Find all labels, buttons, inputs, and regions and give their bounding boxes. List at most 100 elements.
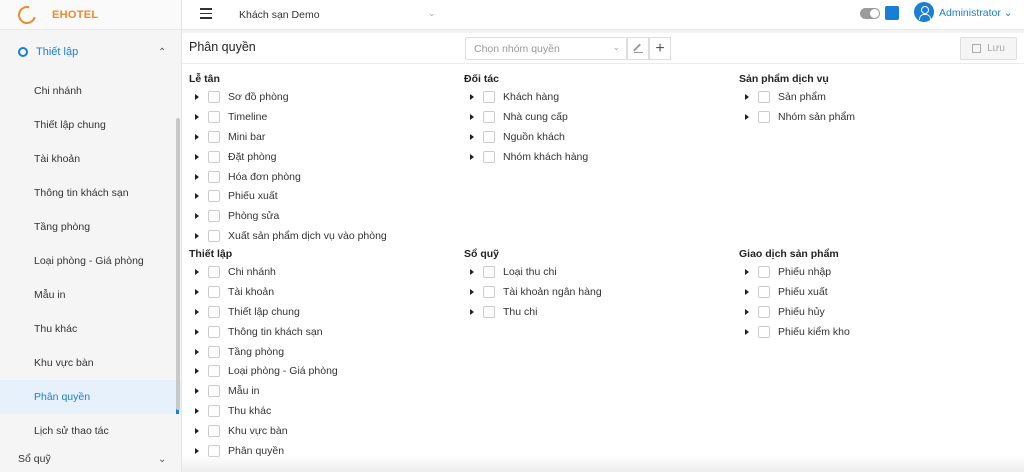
permission-checkbox[interactable] [483, 110, 495, 123]
user-avatar-icon[interactable] [914, 2, 934, 22]
permission-row: Phiếu hủy [739, 302, 850, 322]
expand-arrow-icon[interactable] [195, 447, 199, 454]
expand-arrow-icon[interactable] [745, 113, 749, 120]
permission-group-placeholder: Chọn nhóm quyền [474, 43, 560, 55]
expand-arrow-icon[interactable] [195, 233, 199, 240]
permission-checkbox[interactable] [208, 170, 220, 183]
sidebar-item-general-settings[interactable]: Thiết lập chung [0, 108, 181, 142]
permission-checkbox[interactable] [208, 230, 220, 243]
theme-color-swatch[interactable] [885, 6, 899, 20]
expand-arrow-icon[interactable] [195, 213, 199, 220]
edit-group-button[interactable] [627, 37, 649, 60]
sidebar-group-cashbook[interactable]: Sổ quỹ ⌄ [0, 446, 181, 472]
permission-checkbox[interactable] [208, 385, 220, 398]
permission-label: Timeline [228, 110, 268, 123]
permission-label: Loại thu chi [503, 265, 557, 278]
expand-arrow-icon[interactable] [470, 93, 474, 100]
permission-checkbox[interactable] [483, 285, 495, 298]
permission-checkbox[interactable] [758, 265, 770, 278]
permission-row: Tài khoản [189, 282, 338, 302]
permission-checkbox[interactable] [208, 285, 220, 298]
section-title: Thiết lập [189, 248, 233, 260]
expand-arrow-icon[interactable] [470, 288, 474, 295]
sidebar-item-other-fees[interactable]: Thu khác [0, 312, 181, 346]
theme-toggle[interactable] [860, 8, 880, 19]
sidebar-group-settings[interactable]: Thiết lập ⌃ [0, 30, 181, 74]
permission-checkbox[interactable] [483, 130, 495, 143]
expand-arrow-icon[interactable] [195, 113, 199, 120]
sidebar-item-account[interactable]: Tài khoản [0, 142, 181, 176]
permission-checkbox[interactable] [758, 90, 770, 103]
permission-checkbox[interactable] [208, 405, 220, 418]
permission-checkbox[interactable] [208, 150, 220, 163]
permission-checkbox[interactable] [208, 325, 220, 338]
expand-arrow-icon[interactable] [470, 133, 474, 140]
permission-checkbox[interactable] [208, 265, 220, 278]
expand-arrow-icon[interactable] [195, 173, 199, 180]
permission-checkbox[interactable] [208, 90, 220, 103]
permission-checkbox[interactable] [208, 190, 220, 203]
save-button[interactable]: Lưu [960, 37, 1017, 60]
expand-arrow-icon[interactable] [195, 288, 199, 295]
permission-row: Khách hàng [464, 87, 588, 107]
expand-arrow-icon[interactable] [745, 288, 749, 295]
expand-arrow-icon[interactable] [195, 328, 199, 335]
logo[interactable]: EHOTEL [0, 0, 181, 30]
sidebar-item-permissions[interactable]: Phân quyền [0, 380, 181, 414]
permission-checkbox[interactable] [758, 325, 770, 338]
expand-arrow-icon[interactable] [195, 388, 199, 395]
permission-checkbox[interactable] [483, 265, 495, 278]
permission-checkbox[interactable] [208, 305, 220, 318]
permission-row: Tầng phòng [189, 342, 338, 362]
permission-checkbox[interactable] [483, 90, 495, 103]
expand-arrow-icon[interactable] [745, 93, 749, 100]
expand-arrow-icon[interactable] [195, 408, 199, 415]
expand-arrow-icon[interactable] [195, 193, 199, 200]
sidebar-item-print-templates[interactable]: Mẫu in [0, 278, 181, 312]
save-label: Lưu [987, 43, 1005, 54]
expand-arrow-icon[interactable] [470, 308, 474, 315]
permission-checkbox[interactable] [208, 130, 220, 143]
permission-checkbox[interactable] [758, 305, 770, 318]
expand-arrow-icon[interactable] [195, 368, 199, 375]
expand-arrow-icon[interactable] [470, 153, 474, 160]
sidebar-scrollbar[interactable] [176, 118, 180, 410]
hotel-selector[interactable]: Khách sạn Demo [239, 9, 320, 21]
sidebar-item-room-types[interactable]: Loại phòng - Giá phòng [0, 244, 181, 278]
sidebar-item-hotel-info[interactable]: Thông tin khách sạn [0, 176, 181, 210]
permission-label: Đặt phòng [228, 150, 277, 163]
expand-arrow-icon[interactable] [195, 153, 199, 160]
sidebar-item-label: Phân quyền [34, 391, 91, 403]
permission-checkbox[interactable] [208, 345, 220, 358]
permission-checkbox[interactable] [483, 305, 495, 318]
sidebar-item-table-areas[interactable]: Khu vực bàn [0, 346, 181, 380]
expand-arrow-icon[interactable] [470, 113, 474, 120]
permission-checkbox[interactable] [208, 425, 220, 438]
menu-toggle-icon[interactable] [200, 8, 212, 20]
sidebar-item-branch[interactable]: Chi nhánh [0, 74, 181, 108]
expand-arrow-icon[interactable] [745, 328, 749, 335]
permission-group-select[interactable]: Chọn nhóm quyền ⌄ [465, 37, 627, 60]
permission-checkbox[interactable] [483, 150, 495, 163]
chevron-down-icon[interactable]: ⌄ [428, 8, 436, 19]
permission-checkbox[interactable] [208, 365, 220, 378]
sidebar-item-floors[interactable]: Tầng phòng [0, 210, 181, 244]
expand-arrow-icon[interactable] [745, 308, 749, 315]
permission-checkbox[interactable] [758, 285, 770, 298]
expand-arrow-icon[interactable] [195, 348, 199, 355]
expand-arrow-icon[interactable] [195, 133, 199, 140]
sidebar-item-activity-log[interactable]: Lịch sử thao tác [0, 414, 181, 448]
pencil-icon [633, 44, 643, 53]
expand-arrow-icon[interactable] [195, 308, 199, 315]
permission-checkbox[interactable] [758, 110, 770, 123]
expand-arrow-icon[interactable] [470, 268, 474, 275]
permission-checkbox[interactable] [208, 210, 220, 223]
expand-arrow-icon[interactable] [745, 268, 749, 275]
user-menu[interactable]: Administrator ⌄ [939, 7, 1013, 19]
expand-arrow-icon[interactable] [195, 268, 199, 275]
expand-arrow-icon[interactable] [195, 93, 199, 100]
expand-arrow-icon[interactable] [195, 428, 199, 435]
add-group-button[interactable]: + [649, 37, 671, 60]
sidebar-group-label: Thiết lập [36, 46, 79, 58]
permission-checkbox[interactable] [208, 110, 220, 123]
